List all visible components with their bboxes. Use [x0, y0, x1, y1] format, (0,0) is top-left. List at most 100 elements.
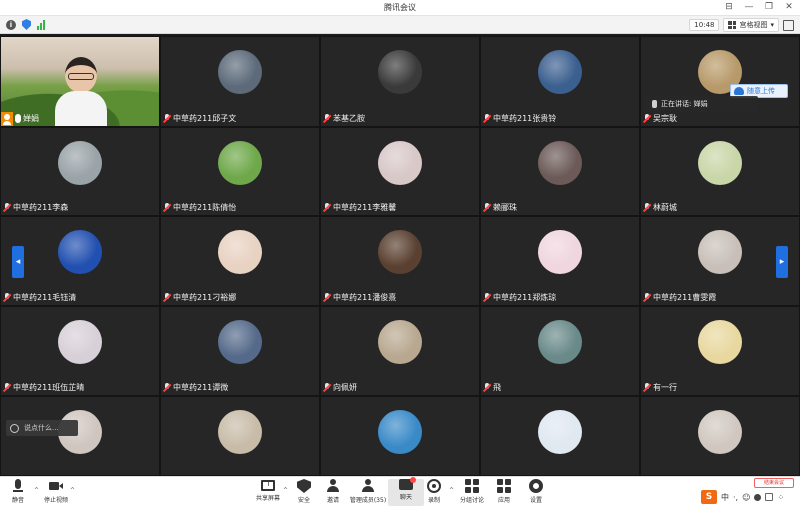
- prev-page-button[interactable]: ◂: [12, 246, 24, 278]
- stop-video-button[interactable]: 停止视频: [38, 479, 74, 504]
- participant-namebar: 中草药211潘俊熹: [323, 292, 396, 303]
- participant-tile[interactable]: 中草药211毛钰清: [0, 216, 160, 306]
- participant-name: 林蔚城: [653, 203, 677, 212]
- mic-muted-icon: [483, 203, 491, 212]
- participant-name: 有一行: [653, 383, 677, 392]
- participant-tile[interactable]: 向佩妍: [320, 306, 480, 396]
- participant-tile[interactable]: [0, 396, 160, 476]
- participant-namebar: 中草药211陈倩怡: [163, 202, 236, 213]
- sogou-logo-icon[interactable]: S: [701, 490, 717, 504]
- participant-tile[interactable]: [480, 396, 640, 476]
- participant-tile[interactable]: 苯基乙胺: [320, 36, 480, 127]
- manage-members-label: 管理成员(35): [349, 497, 387, 504]
- participant-name: 中草药211郑炼琼: [493, 293, 557, 302]
- participant-tile[interactable]: 中草药211陈倩怡: [160, 127, 320, 216]
- avatar: [218, 410, 262, 454]
- participant-tile[interactable]: 中草药211谭微: [160, 306, 320, 396]
- mic-icon: [652, 100, 657, 108]
- avatar: [538, 141, 582, 185]
- mute-label: 静音: [11, 497, 24, 504]
- participant-tile[interactable]: 中草药211郑炼琼: [480, 216, 640, 306]
- participant-tile[interactable]: 中草药211班伍芷晴: [0, 306, 160, 396]
- maximize-icon[interactable]: ❐: [764, 1, 774, 14]
- close-icon[interactable]: ✕: [784, 1, 794, 14]
- participant-tile[interactable]: 中草药211邱子文: [160, 36, 320, 127]
- self-video-tile[interactable]: 婵娟: [0, 36, 160, 127]
- mic-muted-icon: [3, 203, 11, 212]
- image-icon[interactable]: [765, 493, 774, 501]
- participant-namebar: 吴宗耿: [643, 113, 677, 124]
- pin-icon[interactable]: ⊟: [724, 1, 734, 14]
- shield-icon[interactable]: [22, 19, 31, 30]
- view-switch-button[interactable]: 宫格视图 ▾: [723, 18, 779, 32]
- mic-on-icon: [15, 114, 21, 123]
- participant-namebar: 飛: [483, 382, 501, 393]
- mic-muted-icon: [643, 114, 651, 123]
- avatar: [538, 230, 582, 274]
- participant-namebar: 婵娟: [15, 113, 39, 124]
- smile-icon[interactable]: ☺: [742, 493, 750, 502]
- mic-muted-icon: [643, 383, 651, 392]
- members-icon: [361, 479, 375, 493]
- participant-tile[interactable]: 中草药211潘俊熹: [320, 216, 480, 306]
- fullscreen-icon[interactable]: [783, 19, 794, 31]
- emoji-icon[interactable]: [10, 423, 19, 433]
- participant-tile[interactable]: 有一行: [640, 306, 800, 396]
- mute-button[interactable]: 静音: [0, 479, 36, 504]
- settings-button[interactable]: 设置: [518, 479, 554, 504]
- mic-muted-icon: [643, 203, 651, 212]
- participant-tile[interactable]: 赖郦珠: [480, 127, 640, 216]
- participant-name: 中草药211毛钰清: [13, 293, 77, 302]
- participant-tile[interactable]: 中草药211李森: [0, 127, 160, 216]
- participant-tile[interactable]: 飛: [480, 306, 640, 396]
- leave-meeting-button[interactable]: 结束会议: [754, 478, 794, 488]
- voice-icon[interactable]: [754, 493, 762, 501]
- avatar: [218, 320, 262, 364]
- participant-tile[interactable]: 吴宗耿: [640, 36, 800, 127]
- host-icon: [1, 112, 13, 126]
- participant-tile[interactable]: 林蔚城: [640, 127, 800, 216]
- video-options-chevron-icon[interactable]: ^: [70, 487, 75, 494]
- apps-icon: [497, 479, 511, 493]
- breakout-rooms-button[interactable]: 分组讨论: [454, 479, 490, 504]
- mic-muted-icon: [483, 383, 491, 392]
- participant-tile[interactable]: [160, 396, 320, 476]
- participant-tile[interactable]: [320, 396, 480, 476]
- participant-name: 中草药211谭微: [173, 383, 229, 392]
- apps-button[interactable]: 应用: [486, 479, 522, 504]
- participant-namebar: 苯基乙胺: [323, 113, 365, 124]
- microphone-icon: [11, 479, 25, 493]
- security-label: 安全: [297, 497, 310, 504]
- participant-namebar: 中草药211毛钰清: [3, 292, 76, 303]
- participant-name: 飛: [493, 383, 501, 392]
- participant-namebar: 中草药211谭微: [163, 382, 228, 393]
- minimize-icon[interactable]: —: [744, 1, 754, 14]
- share-screen-button[interactable]: 共享屏幕: [250, 479, 286, 502]
- participant-tile[interactable]: 中草药211张贵铃: [480, 36, 640, 127]
- chat-quick-input[interactable]: 说点什么...: [6, 420, 78, 436]
- record-button[interactable]: 录制: [416, 479, 452, 504]
- avatar: [58, 141, 102, 185]
- participant-name: 婵娟: [23, 114, 39, 123]
- invite-button[interactable]: 邀请: [315, 479, 351, 504]
- chat-placeholder: 说点什么...: [24, 424, 59, 432]
- cloud-icon: [734, 87, 744, 95]
- mic-muted-icon: [323, 383, 331, 392]
- participant-tile[interactable]: 中草药211刁裕娜: [160, 216, 320, 306]
- participant-namebar: 向佩妍: [323, 382, 357, 393]
- next-page-button[interactable]: ▸: [776, 246, 788, 278]
- signal-icon[interactable]: [37, 19, 45, 30]
- avatar: [218, 50, 262, 94]
- participant-name: 中草药211刁裕娜: [173, 293, 237, 302]
- manage-members-button[interactable]: 管理成员(35): [350, 479, 386, 504]
- mic-muted-icon: [483, 293, 491, 302]
- participant-name: 中草药211邱子文: [173, 114, 237, 123]
- ime-language[interactable]: 中: [721, 492, 729, 503]
- participant-tile[interactable]: [640, 396, 800, 476]
- window-title: 腾讯会议: [384, 3, 416, 12]
- info-icon[interactable]: i: [6, 19, 16, 30]
- participant-namebar: 中草药211李雅馨: [323, 202, 396, 213]
- punctuation-icon[interactable]: ·,: [733, 493, 738, 502]
- more-apps-icon[interactable]: ⁘: [777, 493, 784, 502]
- participant-tile[interactable]: 中草药211李雅馨: [320, 127, 480, 216]
